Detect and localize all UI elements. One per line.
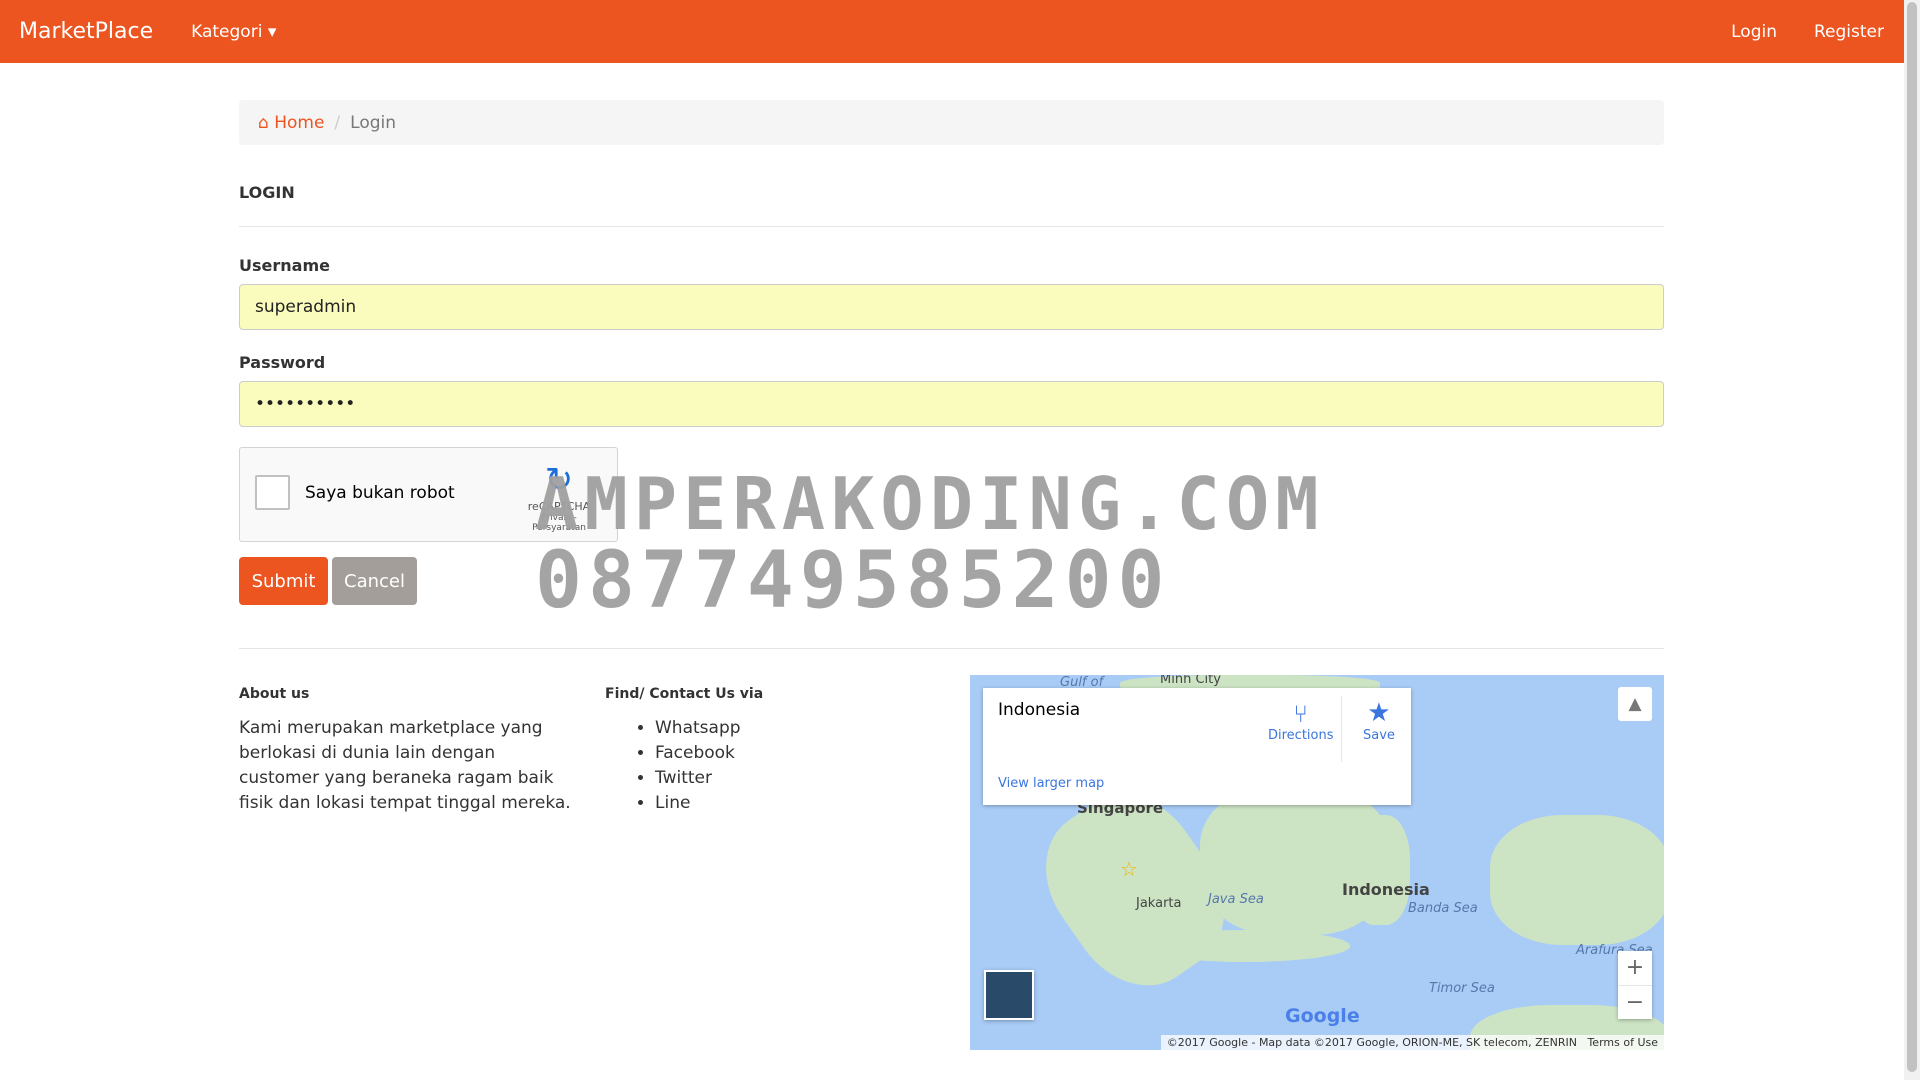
map-label: Java Sea xyxy=(1208,892,1264,907)
recaptcha-links[interactable]: Privasi - Persyaratan xyxy=(519,513,599,533)
map-label: Indonesia xyxy=(1342,880,1430,899)
contact-title: Find/ Contact Us via xyxy=(605,686,764,702)
contact-item[interactable]: Twitter xyxy=(655,766,741,791)
contact-item[interactable]: Line xyxy=(655,791,741,816)
contact-item[interactable]: Facebook xyxy=(655,741,741,766)
star-marker-icon: ☆ xyxy=(1120,857,1138,881)
recaptcha-icon: ↻ xyxy=(544,460,574,500)
terms-link[interactable]: Terms of Use xyxy=(1587,1036,1658,1049)
divider xyxy=(239,226,1664,227)
map-place-name: Indonesia xyxy=(998,700,1081,720)
submit-button[interactable]: Submit xyxy=(239,557,328,605)
contact-item[interactable]: Whatsapp xyxy=(655,716,741,741)
scrollbar[interactable] xyxy=(1904,0,1920,1080)
star-icon: ★ xyxy=(1367,698,1391,728)
kategori-dropdown[interactable]: Kategori ▾ xyxy=(191,22,276,42)
recaptcha-label: Saya bukan robot xyxy=(305,483,455,503)
nav-register-link[interactable]: Register xyxy=(1814,22,1884,42)
recaptcha: Saya bukan robot ↻ reCAPTCHA Privasi - P… xyxy=(239,447,618,542)
password-label: Password xyxy=(239,353,326,372)
zoom-out-button[interactable]: − xyxy=(1618,985,1652,1020)
breadcrumb-separator: / xyxy=(334,112,341,133)
footer-divider xyxy=(239,648,1664,649)
cancel-button[interactable]: Cancel xyxy=(332,557,417,605)
google-logo: Google xyxy=(1285,1005,1360,1027)
about-title: About us xyxy=(239,686,310,702)
map-label: Jakarta xyxy=(1136,896,1182,911)
password-input[interactable]: •••••••••• xyxy=(239,381,1664,427)
satellite-toggle[interactable] xyxy=(984,970,1034,1020)
zoom-in-button[interactable]: + xyxy=(1618,951,1652,985)
home-icon: ⌂ xyxy=(258,112,275,133)
map-info-card: Indonesia ⑂ Directions ★ Save View larger … xyxy=(983,688,1411,805)
map-label: Timor Sea xyxy=(1429,981,1495,996)
page-title: LOGIN xyxy=(239,183,295,202)
save-place-button[interactable]: ★ Save xyxy=(1363,698,1395,743)
username-input[interactable]: superadmin xyxy=(239,284,1664,330)
directions-icon: ⑂ xyxy=(1293,700,1308,728)
breadcrumb: ⌂ Home / Login xyxy=(239,100,1664,145)
view-larger-map-link[interactable]: View larger map xyxy=(998,776,1104,791)
recaptcha-brand: reCAPTCHA xyxy=(527,500,591,513)
map-attribution: ©2017 Google - Map data ©2017 Google, OR… xyxy=(1166,1036,1577,1049)
watermark-site: AMPERAKODING.COM xyxy=(535,462,1325,546)
compass-icon[interactable]: ▲ xyxy=(1618,687,1652,721)
username-label: Username xyxy=(239,256,330,275)
breadcrumb-home[interactable]: Home xyxy=(274,113,324,133)
directions-button[interactable]: ⑂ Directions xyxy=(1268,700,1334,743)
map-label: Banda Sea xyxy=(1408,901,1478,916)
brand-link[interactable]: MarketPlace xyxy=(19,19,153,44)
navbar: MarketPlace Kategori ▾ Login Register xyxy=(0,0,1904,63)
about-text: Kami merupakan marketplace yang berlokas… xyxy=(239,718,571,813)
breadcrumb-current: Login xyxy=(350,112,397,133)
google-map[interactable]: Gulf of Minh City Singapore ☆ Jakarta Ja… xyxy=(970,675,1664,1050)
watermark-phone: 087749585200 xyxy=(535,536,1171,626)
map-label: Minh City xyxy=(1160,675,1221,687)
contact-list: Whatsapp Facebook Twitter Line xyxy=(655,716,741,816)
scrollbar-thumb[interactable] xyxy=(1907,2,1917,1072)
nav-login-link[interactable]: Login xyxy=(1731,22,1777,42)
recaptcha-checkbox[interactable] xyxy=(255,475,290,510)
